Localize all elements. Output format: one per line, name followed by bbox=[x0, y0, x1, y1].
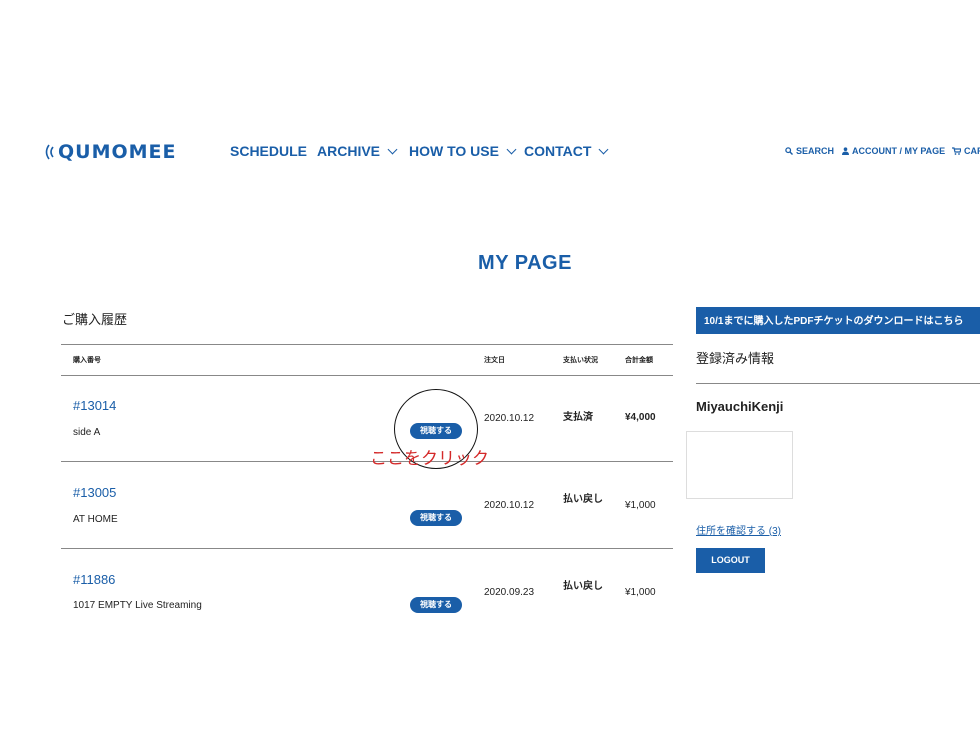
cart-icon bbox=[952, 147, 961, 155]
column-header-number: 購入番号 bbox=[73, 357, 101, 364]
order-item-name: 1017 EMPTY Live Streaming bbox=[73, 600, 202, 611]
column-header-date: 注文日 bbox=[484, 357, 505, 364]
logout-button[interactable]: LOGOUT bbox=[696, 548, 765, 573]
divider bbox=[61, 461, 673, 462]
nav-archive[interactable]: ARCHIVE bbox=[317, 143, 398, 159]
divider bbox=[696, 383, 980, 384]
order-total: ¥1,000 bbox=[625, 587, 656, 598]
watch-button[interactable]: 視聴する bbox=[410, 597, 462, 613]
nav-schedule[interactable]: SCHEDULE bbox=[230, 143, 307, 159]
cart-label: CAR bbox=[964, 146, 980, 156]
order-item-name: side A bbox=[73, 427, 101, 438]
nav-how-to-use-label: HOW TO USE bbox=[409, 143, 499, 159]
purchase-history-title: ご購入履歴 bbox=[62, 312, 128, 327]
page-title: MY PAGE bbox=[478, 252, 572, 274]
account-link[interactable]: ACCOUNT / MY PAGE bbox=[842, 146, 945, 156]
chevron-down-icon bbox=[598, 144, 609, 154]
chevron-down-icon bbox=[387, 144, 398, 154]
order-total: ¥1,000 bbox=[625, 500, 656, 511]
payment-status: 支払済 bbox=[563, 412, 593, 423]
order-number-link[interactable]: #13005 bbox=[73, 485, 116, 500]
cart-link[interactable]: CAR bbox=[952, 146, 980, 156]
payment-status: 払い戻し bbox=[563, 494, 603, 505]
order-number-link[interactable]: #13014 bbox=[73, 398, 116, 413]
nav-contact[interactable]: CONTACT bbox=[524, 143, 609, 159]
logo-text: QUMOMEE bbox=[58, 141, 177, 163]
pdf-ticket-download-banner[interactable]: 10/1までに購入したPDFチケットのダウンロードはこちら bbox=[696, 307, 980, 334]
watch-button[interactable]: 視聴する bbox=[410, 510, 462, 526]
divider bbox=[61, 344, 673, 345]
search-link[interactable]: SEARCH bbox=[785, 146, 834, 156]
user-name: MiyauchiKenji bbox=[696, 399, 784, 414]
column-header-status: 支払い状況 bbox=[563, 357, 598, 364]
column-header-total: 合計金額 bbox=[625, 357, 653, 364]
user-icon bbox=[842, 147, 849, 155]
payment-status: 払い戻し bbox=[563, 581, 603, 592]
account-label: ACCOUNT / MY PAGE bbox=[852, 146, 946, 156]
order-number-link[interactable]: #11886 bbox=[73, 572, 115, 587]
search-icon bbox=[785, 147, 793, 155]
divider bbox=[61, 375, 673, 376]
order-date: 2020.10.12 bbox=[484, 500, 535, 511]
site-logo[interactable]: QUMOMEE bbox=[44, 140, 177, 164]
nav-archive-label: ARCHIVE bbox=[317, 143, 381, 159]
nav-schedule-label: SCHEDULE bbox=[230, 143, 308, 159]
order-item-name: AT HOME bbox=[73, 514, 118, 525]
nav-how-to-use[interactable]: HOW TO USE bbox=[409, 143, 517, 159]
divider bbox=[61, 548, 673, 549]
registered-info-title: 登録済み情報 bbox=[696, 351, 775, 366]
avatar bbox=[686, 431, 793, 499]
order-date: 2020.10.12 bbox=[484, 413, 535, 424]
annotation-text: ここをクリック bbox=[370, 449, 489, 468]
search-label: SEARCH bbox=[796, 146, 835, 156]
sound-wave-icon bbox=[45, 144, 54, 160]
nav-contact-label: CONTACT bbox=[524, 143, 592, 159]
order-total: ¥4,000 bbox=[625, 412, 656, 423]
order-date: 2020.09.23 bbox=[484, 587, 535, 598]
check-address-link[interactable]: 住所を確認する (3) bbox=[696, 522, 781, 537]
chevron-down-icon bbox=[506, 144, 517, 154]
